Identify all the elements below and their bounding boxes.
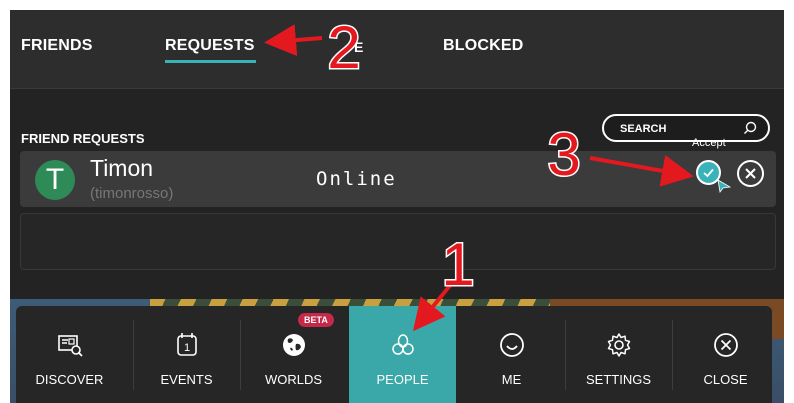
tab-requests[interactable]: REQUESTS xyxy=(165,37,255,55)
active-tab-indicator xyxy=(165,60,256,63)
tab-blocked[interactable]: BLOCKED xyxy=(443,37,524,55)
nav-worlds-label: WORLDS xyxy=(264,372,323,387)
svg-text:1: 1 xyxy=(183,342,189,354)
globe-icon xyxy=(282,334,305,356)
cursor-pointer-icon xyxy=(717,179,731,193)
nav-me[interactable]: ME xyxy=(458,306,565,403)
search-placeholder: SEARCH xyxy=(620,123,667,135)
friend-requests-panel: FRIEND REQUESTS SEARCH T Timon (timonros… xyxy=(10,89,784,299)
nav-discover-label: DISCOVER xyxy=(35,372,104,387)
nav-events-label: EVENTS xyxy=(160,372,213,387)
tab-bar: FRIENDS REQUESTS E BLOCKED xyxy=(10,10,784,89)
app-window: FRIENDS REQUESTS E BLOCKED FRIEND REQUES… xyxy=(10,10,784,403)
nav-people-label: PEOPLE xyxy=(376,372,429,387)
smiley-icon xyxy=(499,333,524,357)
beta-badge: BETA xyxy=(298,313,334,327)
nav-people[interactable]: PEOPLE xyxy=(349,306,456,403)
search-input[interactable]: SEARCH xyxy=(602,114,770,142)
gear-icon xyxy=(607,333,630,357)
bottom-nav: DISCOVER 1 EVENTS WORLDS BETA PEOPLE ME … xyxy=(16,306,772,403)
avatar: T xyxy=(35,160,75,200)
checkmark-icon xyxy=(703,168,714,178)
requester-name: Timon xyxy=(90,155,154,181)
nav-close[interactable]: CLOSE xyxy=(672,306,772,403)
section-title: FRIEND REQUESTS xyxy=(21,131,145,146)
nav-events[interactable]: 1 EVENTS xyxy=(133,306,240,403)
requester-username: (timonrosso) xyxy=(90,185,174,202)
status-text: Online xyxy=(316,168,397,190)
nav-me-label: ME xyxy=(501,372,522,387)
tab-friends[interactable]: FRIENDS xyxy=(21,37,93,55)
search-icon xyxy=(744,121,757,134)
close-icon xyxy=(713,333,738,357)
calendar-icon: 1 xyxy=(176,333,197,356)
discover-icon xyxy=(57,335,83,357)
tab-hidden-fragment[interactable]: E xyxy=(354,39,364,55)
nav-settings[interactable]: SETTINGS xyxy=(565,306,672,403)
friend-request-row: T Timon (timonrosso) Online Accept xyxy=(20,137,776,207)
reject-button[interactable] xyxy=(736,159,765,188)
nav-discover[interactable]: DISCOVER xyxy=(16,306,123,403)
nav-settings-label: SETTINGS xyxy=(585,372,651,387)
empty-request-row xyxy=(20,213,776,270)
nav-close-label: CLOSE xyxy=(703,372,748,387)
accept-tooltip: Accept xyxy=(692,137,726,149)
people-icon xyxy=(391,334,414,355)
